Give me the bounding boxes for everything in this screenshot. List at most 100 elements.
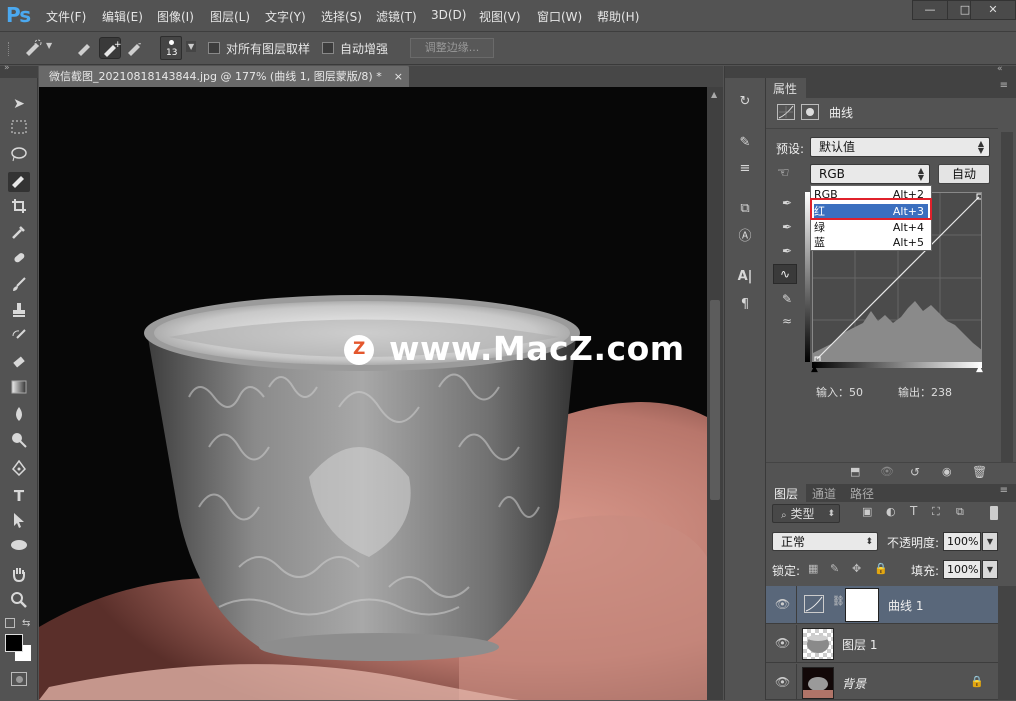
document-tab[interactable]: 微信截图_20210818143844.jpg @ 177% (曲线 1, 图层… [39,66,409,87]
paragraph-panel-icon[interactable]: ¶ [734,294,756,316]
clone-source-icon[interactable]: ⧉ [734,198,756,220]
target-adjust-hand-icon[interactable]: ☜ [777,165,790,181]
new-selection-icon[interactable] [74,37,96,59]
clip-to-layer-icon[interactable]: ⬒ [850,465,860,478]
quick-selection-tool-icon[interactable] [22,37,44,59]
menu-layer[interactable]: 图层(L) [210,8,250,25]
gray-point-eyedropper-icon[interactable]: ✒ [776,216,798,238]
marquee-tool-icon[interactable] [8,120,30,140]
curve-point-mode-icon[interactable]: ∿ [773,264,797,284]
crop-tool-icon[interactable] [8,198,30,218]
filter-adjustment-icon[interactable]: ◐ [886,505,896,518]
filter-shape-icon[interactable]: ⛶ [932,505,940,519]
menu-file[interactable]: 文件(F) [46,8,86,25]
layer-row-background[interactable]: 👁 背景 🔒 [766,664,998,700]
menu-type[interactable]: 文字(Y) [265,8,306,25]
blur-tool-icon[interactable] [8,406,30,426]
black-point-slider-icon[interactable]: ▲ [811,364,818,374]
pen-tool-icon[interactable] [8,459,30,480]
history-brush-tool-icon[interactable] [8,328,30,348]
auto-enhance-checkbox[interactable] [322,42,334,54]
filter-kind-select[interactable]: ⌕ 类型 ⬍ [772,504,840,523]
lock-position-icon[interactable]: ✥ [852,562,861,575]
quick-mask-icon[interactable] [11,672,27,686]
smooth-curve-icon[interactable]: ≈ [776,310,798,332]
close-document-icon[interactable]: × [394,66,403,87]
filter-toggle-icon[interactable] [990,506,998,520]
brush-picker-chevron-icon[interactable]: ▼ [186,41,197,52]
layer-row-curves[interactable]: 👁 ⛓ 曲线 1 [766,586,998,624]
menu-edit[interactable]: 编辑(E) [102,8,143,25]
menu-help[interactable]: 帮助(H) [597,8,639,25]
gradient-tool-icon[interactable] [8,380,30,400]
minimize-button[interactable]: — [912,0,948,20]
hand-tool-icon[interactable] [8,566,30,586]
character-panel-icon[interactable]: A| [734,266,756,288]
channel-select[interactable]: RGB ▲ ▼ [810,164,930,184]
collapse-icon[interactable]: » [4,63,10,73]
channel-option-green[interactable]: 绿 Alt+4 [814,220,928,235]
close-window-button[interactable]: ✕ [970,0,1016,20]
lasso-tool-icon[interactable] [8,146,30,166]
path-selection-tool-icon[interactable] [8,512,30,532]
tool-presets-icon[interactable]: Ⓐ [734,226,756,248]
visibility-eye-icon[interactable]: 👁 [775,636,790,650]
reset-icon[interactable]: ↺ [910,465,920,479]
channel-option-blue[interactable]: 蓝 Alt+5 [814,235,928,250]
layer-row-layer1[interactable]: 👁 图层 1 [766,625,998,663]
toggle-visibility-icon[interactable]: ◉ [942,465,952,478]
scroll-up-icon[interactable]: ▲ [711,90,717,99]
menu-select[interactable]: 选择(S) [321,8,362,25]
default-colors-icon[interactable] [5,618,15,628]
zoom-tool-icon[interactable] [8,592,30,612]
black-point-eyedropper-icon[interactable]: ✒ [776,192,798,214]
sample-all-layers-checkbox[interactable] [208,42,220,54]
refine-edge-button[interactable]: 调整边缘... [410,38,494,58]
brush-panel-icon[interactable]: ✎ [734,132,756,154]
pencil-draw-icon[interactable]: ✎ [776,288,798,310]
history-panel-icon[interactable]: ↻ [734,91,756,113]
opacity-dropdown-icon[interactable]: ▼ [982,532,998,551]
layer-mask-thumbnail[interactable] [845,588,879,622]
canvas[interactable]: Z www.MacZ.com [39,87,707,700]
visibility-eye-icon[interactable]: 👁 [775,675,790,689]
add-to-selection-icon[interactable]: + [99,37,122,59]
dodge-tool-icon[interactable] [8,432,30,452]
menu-3d[interactable]: 3D(D) [431,8,466,22]
view-previous-icon[interactable]: 👁 [880,465,894,478]
filter-pixel-icon[interactable]: ▣ [862,505,872,518]
lock-all-icon[interactable]: 🔒 [874,562,888,575]
fill-input[interactable]: 100% [943,560,981,579]
delete-adjustment-icon[interactable]: 🗑 [972,465,987,479]
filter-type-icon[interactable]: T [910,504,917,518]
brush-presets-icon[interactable]: ≡ [734,158,756,180]
quick-selection-tool-icon[interactable] [8,172,30,192]
fill-dropdown-icon[interactable]: ▼ [982,560,998,579]
properties-scrollbar[interactable] [1001,132,1013,462]
subtract-from-selection-icon[interactable]: - [124,37,146,59]
eraser-tool-icon[interactable] [8,354,30,374]
menu-image[interactable]: 图像(I) [157,8,194,25]
panel-menu-icon[interactable]: ≡ [1000,80,1008,91]
healing-brush-tool-icon[interactable] [8,250,30,270]
eyedropper-tool-icon[interactable] [8,224,30,244]
tool-preset-chevron-icon[interactable]: ▼ [46,41,52,50]
scrollbar-thumb[interactable] [710,300,720,500]
clone-stamp-tool-icon[interactable] [8,302,30,322]
tab-paths[interactable]: 路径 [850,485,874,502]
lock-transparent-icon[interactable]: ▦ [808,562,818,575]
ellipse-tool-icon[interactable] [8,538,30,558]
type-tool-icon[interactable]: T [8,486,30,506]
white-point-eyedropper-icon[interactable]: ✒ [776,240,798,262]
menu-filter[interactable]: 滤镜(T) [376,8,417,25]
swap-colors-icon[interactable]: ⇆ [22,618,30,629]
lock-image-icon[interactable]: ✎ [830,562,839,575]
visibility-eye-icon[interactable]: 👁 [775,597,790,611]
menu-window[interactable]: 窗口(W) [537,8,582,25]
tab-channels[interactable]: 通道 [812,485,836,502]
brush-tool-icon[interactable] [8,276,30,296]
collapse-panels-icon[interactable]: « [997,64,1003,74]
blend-mode-select[interactable]: 正常 ⬍ [772,532,878,551]
layers-scrollbar[interactable] [998,586,1016,700]
brush-size-picker[interactable]: 13 [160,36,182,60]
